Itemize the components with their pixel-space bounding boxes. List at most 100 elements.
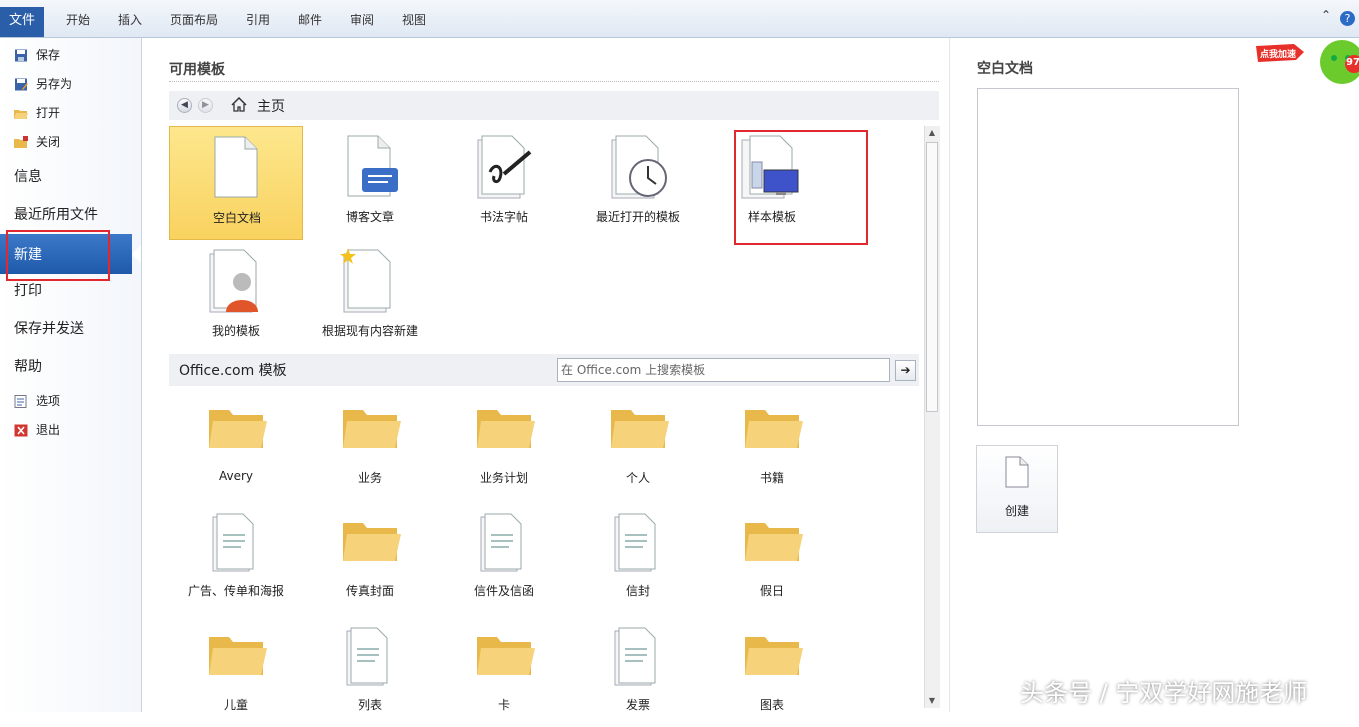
tab-view[interactable]: 视图 [402, 7, 426, 33]
nav-save-label: 保存 [36, 48, 61, 62]
nav-exit-label: 退出 [36, 423, 61, 437]
office-template-label: 信封 [625, 584, 650, 598]
save-icon [15, 49, 27, 62]
office-template-item[interactable]: Avery [169, 400, 303, 500]
home-icon[interactable] [231, 97, 247, 112]
recent-template-clock-icon [611, 135, 667, 199]
template-label: 空白文档 [212, 211, 261, 225]
office-template-item[interactable]: 书籍 [705, 400, 839, 500]
create-document-icon [1005, 456, 1029, 488]
blank-document-icon [214, 136, 258, 198]
office-template-item[interactable]: 儿童 [169, 627, 303, 727]
office-template-item[interactable]: 业务 [303, 400, 437, 500]
search-go-button[interactable]: ➔ [895, 360, 916, 381]
template-recent[interactable]: 最近打开的模板 [571, 126, 705, 240]
office-template-label: 儿童 [223, 698, 248, 712]
office-template-item[interactable]: 广告、传单和海报 [169, 513, 303, 613]
template-blog-post[interactable]: 博客文章 [303, 126, 437, 240]
help-icon[interactable]: ? [1340, 11, 1355, 26]
blog-post-icon [347, 135, 398, 197]
template-label: 根据现有内容新建 [321, 324, 418, 338]
preview-title: 空白文档 [977, 61, 1033, 77]
template-blank-document[interactable]: 空白文档 [169, 126, 303, 240]
nav-open-label: 打开 [36, 106, 61, 120]
template-label: 博客文章 [345, 210, 394, 224]
office-template-label: 传真封面 [345, 584, 394, 598]
office-template-item[interactable]: 信件及信函 [437, 513, 571, 613]
breadcrumb-home[interactable]: 主页 [257, 96, 285, 116]
options-icon [14, 395, 27, 408]
office-template-label: 书籍 [759, 471, 784, 485]
watermark-text: 头条号 / 宁双学好网施老师 [1020, 679, 1308, 707]
nav-options-label: 选项 [36, 394, 61, 408]
nav-info[interactable]: 信息 [14, 166, 42, 186]
office-template-item[interactable]: 业务计划 [437, 400, 571, 500]
forward-arrow-icon[interactable]: ▶ [198, 98, 213, 113]
scroll-up-icon[interactable]: ▲ [926, 126, 938, 140]
nav-save-send[interactable]: 保存并发送 [14, 318, 84, 338]
office-template-label: 业务 [357, 471, 382, 485]
office-template-item[interactable]: 个人 [571, 400, 705, 500]
new-from-existing-icon [340, 248, 391, 313]
available-templates-title: 可用模板 [169, 62, 225, 78]
scroll-down-icon[interactable]: ▼ [926, 694, 938, 708]
tab-references[interactable]: 引用 [246, 7, 270, 33]
calligraphy-icon [477, 135, 532, 199]
office-templates-title: Office.com 模板 [179, 363, 287, 379]
office-template-item[interactable]: 列表 [303, 627, 437, 727]
office-template-item[interactable]: 信封 [571, 513, 705, 613]
nav-print[interactable]: 打印 [14, 280, 42, 300]
nav-save-as-label: 另存为 [36, 77, 73, 91]
office-template-item[interactable]: 卡 [437, 627, 571, 727]
office-template-label: 假日 [759, 584, 784, 598]
save-as-icon [15, 78, 28, 91]
nav-save-as[interactable]: 另存为 [0, 70, 141, 98]
divider [169, 81, 939, 82]
highlight-sample-box [734, 130, 868, 245]
exit-icon [14, 424, 28, 437]
office-template-item[interactable]: 发票 [571, 627, 705, 727]
nav-open[interactable]: 打开 [0, 99, 141, 127]
badge-number: 97 [1346, 57, 1359, 68]
template-my-templates[interactable]: 我的模板 [169, 240, 303, 354]
office-template-label: 卡 [497, 698, 510, 712]
tab-home[interactable]: 开始 [66, 7, 90, 33]
office-template-item[interactable]: 假日 [705, 513, 839, 613]
scrollbar-thumb[interactable] [926, 142, 938, 412]
template-calligraphy[interactable]: 书法字帖 [437, 126, 571, 240]
office-template-label: 图表 [759, 698, 784, 712]
office-search-input[interactable]: 在 Office.com 上搜索模板 [557, 358, 890, 382]
tab-file[interactable]: 文件 [0, 7, 44, 37]
office-template-label: 广告、传单和海报 [187, 584, 284, 598]
office-template-item[interactable]: 传真封面 [303, 513, 437, 613]
tab-page-layout[interactable]: 页面布局 [170, 7, 218, 33]
tab-insert[interactable]: 插入 [118, 7, 142, 33]
tab-review[interactable]: 审阅 [350, 7, 374, 33]
nav-recent[interactable]: 最近所用文件 [14, 204, 98, 224]
office-template-label: 信件及信函 [473, 584, 534, 598]
badge-text: 点我加速 [1260, 50, 1297, 60]
template-label: 书法字帖 [479, 210, 528, 224]
nav-options[interactable]: 选项 [0, 387, 141, 415]
office-template-label: 业务计划 [479, 471, 528, 485]
nav-save[interactable]: 保存 [0, 41, 141, 69]
office-template-item[interactable]: 图表 [705, 627, 839, 727]
nav-close[interactable]: 关闭 [0, 128, 141, 156]
minimize-ribbon-icon[interactable]: ⌃ [1321, 8, 1331, 22]
tab-mailings[interactable]: 邮件 [298, 7, 322, 33]
nav-exit[interactable]: 退出 [0, 416, 141, 444]
nav-help[interactable]: 帮助 [14, 356, 42, 376]
office-template-label: 发票 [625, 698, 650, 712]
speed-boost-badge[interactable]: 点我加速 97 [1254, 38, 1359, 90]
create-button[interactable]: 创建 [976, 445, 1058, 533]
office-template-label: 列表 [357, 698, 382, 712]
back-arrow-icon[interactable]: ◀ [177, 98, 192, 113]
template-label: 我的模板 [211, 324, 260, 338]
vertical-scrollbar[interactable]: ▲ ▼ [924, 126, 940, 708]
highlight-new-box [6, 230, 110, 281]
template-new-from-existing[interactable]: 根据现有内容新建 [303, 240, 437, 354]
my-template-user-icon [209, 249, 258, 313]
active-pointer-icon [132, 245, 141, 263]
template-nav-bar: ◀ ▶ 主页 [169, 91, 939, 120]
open-folder-icon [14, 110, 28, 119]
